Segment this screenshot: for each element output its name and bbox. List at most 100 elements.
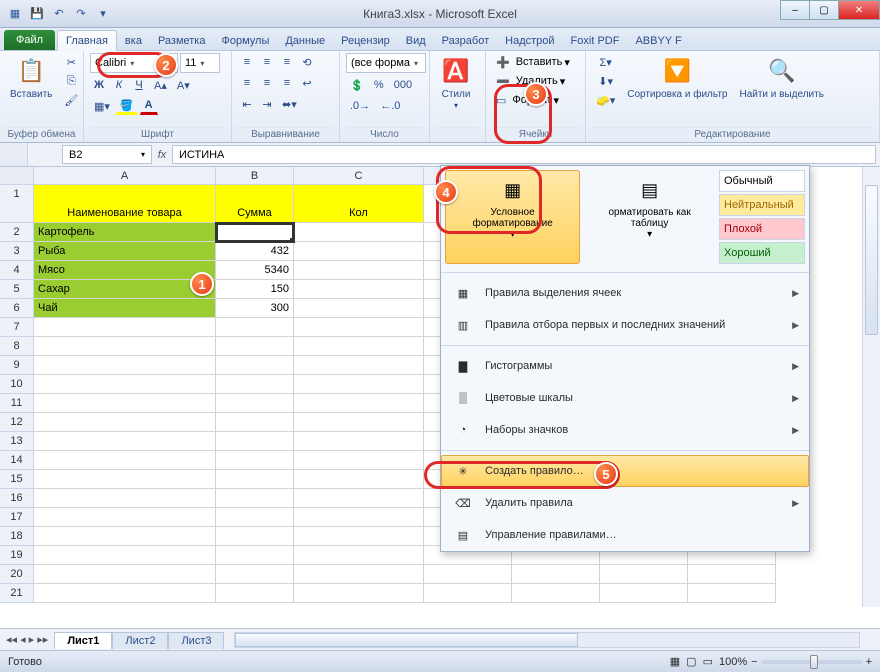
cell[interactable] <box>294 318 424 337</box>
cell[interactable] <box>34 451 216 470</box>
style-bad[interactable]: Плохой <box>719 218 805 240</box>
indent-increase-icon[interactable]: ⇥ <box>258 95 276 113</box>
cell[interactable] <box>294 489 424 508</box>
row-header[interactable]: 9 <box>0 356 34 375</box>
align-right-icon[interactable]: ≡ <box>278 74 296 92</box>
zoom-out-icon[interactable]: − <box>751 656 757 668</box>
cell[interactable] <box>216 527 294 546</box>
formula-input[interactable]: ИСТИНА <box>172 145 876 164</box>
cell[interactable] <box>294 546 424 565</box>
menu-top-bottom-rules[interactable]: ▥Правила отбора первых и последних значе… <box>441 309 809 341</box>
tab-addins[interactable]: Надстрой <box>497 31 562 50</box>
view-page-layout-icon[interactable]: ▢ <box>686 655 696 668</box>
percent-icon[interactable]: % <box>370 76 388 94</box>
name-box[interactable]: B2▾ <box>62 145 152 164</box>
cell[interactable] <box>294 565 424 584</box>
tab-insert[interactable]: вка <box>117 31 150 50</box>
font-size-combo[interactable]: 11▾ <box>180 53 220 73</box>
italic-button[interactable]: К <box>110 76 128 94</box>
cell[interactable] <box>34 337 216 356</box>
cell[interactable] <box>34 470 216 489</box>
cell[interactable] <box>216 546 294 565</box>
cell[interactable] <box>34 356 216 375</box>
row-header[interactable]: 5 <box>0 280 34 299</box>
cell[interactable]: Сумма <box>216 185 294 223</box>
fx-icon[interactable]: fx <box>152 149 172 161</box>
style-good[interactable]: Хороший <box>719 242 805 264</box>
align-bottom-icon[interactable]: ≡ <box>278 53 296 71</box>
col-header-c[interactable]: C <box>294 167 424 185</box>
view-normal-icon[interactable]: ▦ <box>670 655 680 668</box>
cell[interactable] <box>294 261 424 280</box>
row-header[interactable]: 16 <box>0 489 34 508</box>
row-header[interactable]: 21 <box>0 584 34 603</box>
cell[interactable]: 300 <box>216 299 294 318</box>
cell[interactable]: Сахар <box>34 280 216 299</box>
row-header[interactable]: 15 <box>0 470 34 489</box>
increase-decimal-icon[interactable]: .0→ <box>346 97 374 115</box>
format-as-table-button[interactable]: ▤ орматировать как таблицу▾ <box>584 170 715 264</box>
cell[interactable] <box>688 584 776 603</box>
cut-icon[interactable]: ✂ <box>60 53 82 71</box>
zoom-slider-thumb[interactable] <box>810 655 818 669</box>
cell[interactable] <box>294 280 424 299</box>
align-top-icon[interactable]: ≡ <box>238 53 256 71</box>
sort-filter-button[interactable]: 🔽 Сортировка и фильтр <box>623 53 731 102</box>
col-header-b[interactable]: B <box>216 167 294 185</box>
menu-color-scales[interactable]: ▒Цветовые шкалы▶ <box>441 382 809 414</box>
tab-layout[interactable]: Разметка <box>150 31 214 50</box>
zoom-slider[interactable] <box>762 660 862 664</box>
menu-highlight-rules[interactable]: ▦Правила выделения ячеек▶ <box>441 277 809 309</box>
select-all-corner[interactable] <box>0 143 28 166</box>
cell[interactable] <box>34 565 216 584</box>
cell[interactable] <box>34 584 216 603</box>
row-header[interactable]: 10 <box>0 375 34 394</box>
view-page-break-icon[interactable]: ▭ <box>703 655 713 668</box>
cell[interactable] <box>216 356 294 375</box>
zoom-in-icon[interactable]: + <box>866 656 872 668</box>
cell[interactable] <box>424 565 512 584</box>
cell[interactable] <box>294 508 424 527</box>
cell[interactable] <box>216 451 294 470</box>
cell[interactable] <box>216 375 294 394</box>
tab-view[interactable]: Вид <box>398 31 434 50</box>
cell[interactable] <box>294 223 424 242</box>
cell[interactable]: 5340 <box>216 261 294 280</box>
cell[interactable] <box>216 489 294 508</box>
menu-new-rule[interactable]: ✳Создать правило… <box>441 455 809 487</box>
grow-font-icon[interactable]: A▴ <box>150 76 171 94</box>
cell[interactable]: Мясо <box>34 261 216 280</box>
col-header-a[interactable]: A <box>34 167 216 185</box>
font-color-icon[interactable]: A <box>140 97 158 115</box>
row-header[interactable]: 3 <box>0 242 34 261</box>
menu-icon-sets[interactable]: ◔Наборы значков▶ <box>441 414 809 446</box>
cells-insert-button[interactable]: ➕Вставить▾ <box>492 53 570 71</box>
align-middle-icon[interactable]: ≡ <box>258 53 276 71</box>
menu-manage-rules[interactable]: ▤Управление правилами… <box>441 519 809 551</box>
paste-button[interactable]: 📋 Вставить <box>6 53 56 102</box>
row-header[interactable]: 2 <box>0 223 34 242</box>
sheet-tab-1[interactable]: Лист1 <box>54 632 112 649</box>
cell[interactable] <box>294 432 424 451</box>
qat-customize-icon[interactable]: ▾ <box>94 5 112 23</box>
close-button[interactable]: ✕ <box>838 0 880 20</box>
cell[interactable] <box>216 318 294 337</box>
cell[interactable] <box>424 584 512 603</box>
tab-data[interactable]: Данные <box>277 31 333 50</box>
zoom-control[interactable]: 100% − + <box>719 656 872 668</box>
align-center-icon[interactable]: ≡ <box>258 74 276 92</box>
row-header[interactable]: 8 <box>0 337 34 356</box>
cell[interactable] <box>294 470 424 489</box>
row-header[interactable]: 18 <box>0 527 34 546</box>
conditional-formatting-button[interactable]: ▦ Условное форматирование▾ <box>445 170 580 264</box>
tab-review[interactable]: Рецензир <box>333 31 398 50</box>
copy-icon[interactable]: ⎘ <box>60 72 82 90</box>
style-normal[interactable]: Обычный <box>719 170 805 192</box>
row-header[interactable]: 7 <box>0 318 34 337</box>
tab-home[interactable]: Главная <box>57 30 117 51</box>
indent-decrease-icon[interactable]: ⇤ <box>238 95 256 113</box>
decrease-decimal-icon[interactable]: ←.0 <box>376 97 404 115</box>
maximize-button[interactable]: ▢ <box>809 0 839 20</box>
cell[interactable] <box>294 413 424 432</box>
fill-color-icon[interactable]: 🪣 <box>116 97 138 115</box>
